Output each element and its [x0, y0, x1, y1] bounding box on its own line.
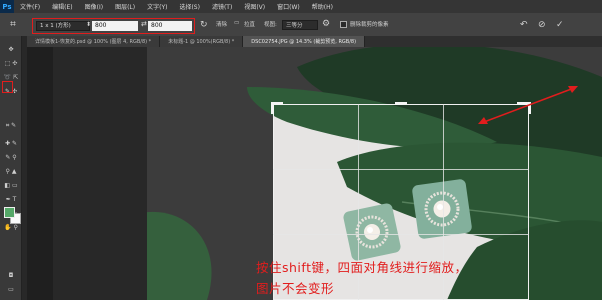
crop-handle-top-left-v[interactable]	[271, 102, 274, 114]
crop-tool-highlight	[2, 81, 13, 93]
chevron-down-icon[interactable]: ⬍	[86, 21, 91, 28]
straighten-button[interactable]: 拉直	[244, 20, 255, 28]
crop-icon[interactable]: ⌗	[0, 13, 26, 36]
menu-image[interactable]: 图像(I)	[79, 2, 109, 11]
quick-mask-icon[interactable]: ◘	[0, 270, 22, 281]
grid-line-h1	[273, 169, 529, 170]
arrow-icon	[478, 86, 578, 124]
screen-mode-icon[interactable]: ▭	[0, 284, 22, 295]
crop-ratio-select[interactable]: 1 x 1 (方形)	[36, 21, 90, 31]
move-tool-icon[interactable]: ✥	[0, 44, 22, 55]
delete-cropped-label: 删除裁剪的像素	[350, 22, 389, 28]
tab-dsc02754[interactable]: DSC02754.JPG @ 14.3% (裁剪预览, RGB/8)	[243, 36, 366, 47]
menu-window[interactable]: 窗口(W)	[271, 2, 306, 11]
menu-file[interactable]: 文件(F)	[14, 2, 46, 11]
panel-strip	[27, 47, 53, 300]
marquee-tool-icon[interactable]: ⬚ ✣	[0, 58, 22, 69]
cancel-icon[interactable]: ⊘	[538, 20, 546, 30]
menu-bar: Ps 文件(F) 编辑(E) 图像(I) 图层(L) 文字(Y) 选择(S) 滤…	[0, 0, 602, 13]
clear-button[interactable]: 清除	[216, 20, 227, 28]
menu-select[interactable]: 选择(S)	[173, 2, 206, 11]
menu-edit[interactable]: 编辑(E)	[46, 2, 78, 11]
crop-handle-top[interactable]	[395, 102, 407, 105]
delete-cropped-checkbox[interactable]	[340, 21, 347, 28]
grid-line-h2	[273, 234, 529, 235]
brush-tool-icon[interactable]: ✎ ⚲	[0, 152, 22, 163]
swap-icon[interactable]: ⇄	[141, 20, 147, 28]
reset-crop-icon[interactable]: ↻	[200, 20, 208, 30]
view-label: 视图:	[264, 22, 277, 28]
straighten-icon[interactable]: ▭	[234, 20, 239, 26]
undo-icon[interactable]: ↶	[520, 20, 528, 30]
crop-tool-icon[interactable]: ⌗ ✎	[0, 120, 22, 131]
caption-line-2: 图片不会变形	[256, 281, 335, 296]
document-tabs: 详情模板1-恢复的.psd @ 100% (图层 4, RGB/8) * 未标题…	[27, 36, 602, 47]
view-select[interactable]: 三等分	[282, 20, 318, 30]
caption-line-1: 按住shift键，四面对角线进行缩放，	[256, 260, 468, 275]
menu-view[interactable]: 视图(V)	[238, 2, 271, 11]
healing-brush-icon[interactable]: ✚ ✎	[0, 138, 22, 149]
tab-untitled[interactable]: 未标题-1 @ 100%(RGB/8) *	[160, 36, 244, 47]
tab-template-psd[interactable]: 详情模板1-恢复的.psd @ 100% (图层 4, RGB/8) *	[27, 36, 161, 47]
crop-height-input[interactable]: 800	[148, 21, 192, 31]
commit-icon[interactable]: ✓	[556, 20, 564, 30]
clone-stamp-icon[interactable]: ⚲ ▲	[0, 166, 22, 177]
foreground-color-swatch[interactable]	[4, 207, 15, 218]
ps-logo-icon[interactable]: Ps	[0, 0, 14, 13]
pen-tool-icon[interactable]: ✒ T	[0, 194, 22, 205]
menu-filter[interactable]: 滤镜(T)	[206, 2, 238, 11]
eraser-tool-icon[interactable]: ◧ ▭	[0, 180, 22, 191]
menu-type[interactable]: 文字(Y)	[141, 2, 173, 11]
menu-help[interactable]: 帮助(H)	[306, 2, 339, 11]
crop-width-input[interactable]: 800	[92, 21, 138, 31]
menu-layer[interactable]: 图层(L)	[109, 2, 141, 11]
tools-panel: ✥ ⬚ ✣ ➰ ⇱ ✎ ✣ ⌗ ✎ ✚ ✎ ✎ ⚲ ⚲ ▲ ◧ ▭ ✒ T ↖ …	[0, 36, 22, 300]
gear-icon[interactable]: ⚙	[322, 19, 330, 29]
